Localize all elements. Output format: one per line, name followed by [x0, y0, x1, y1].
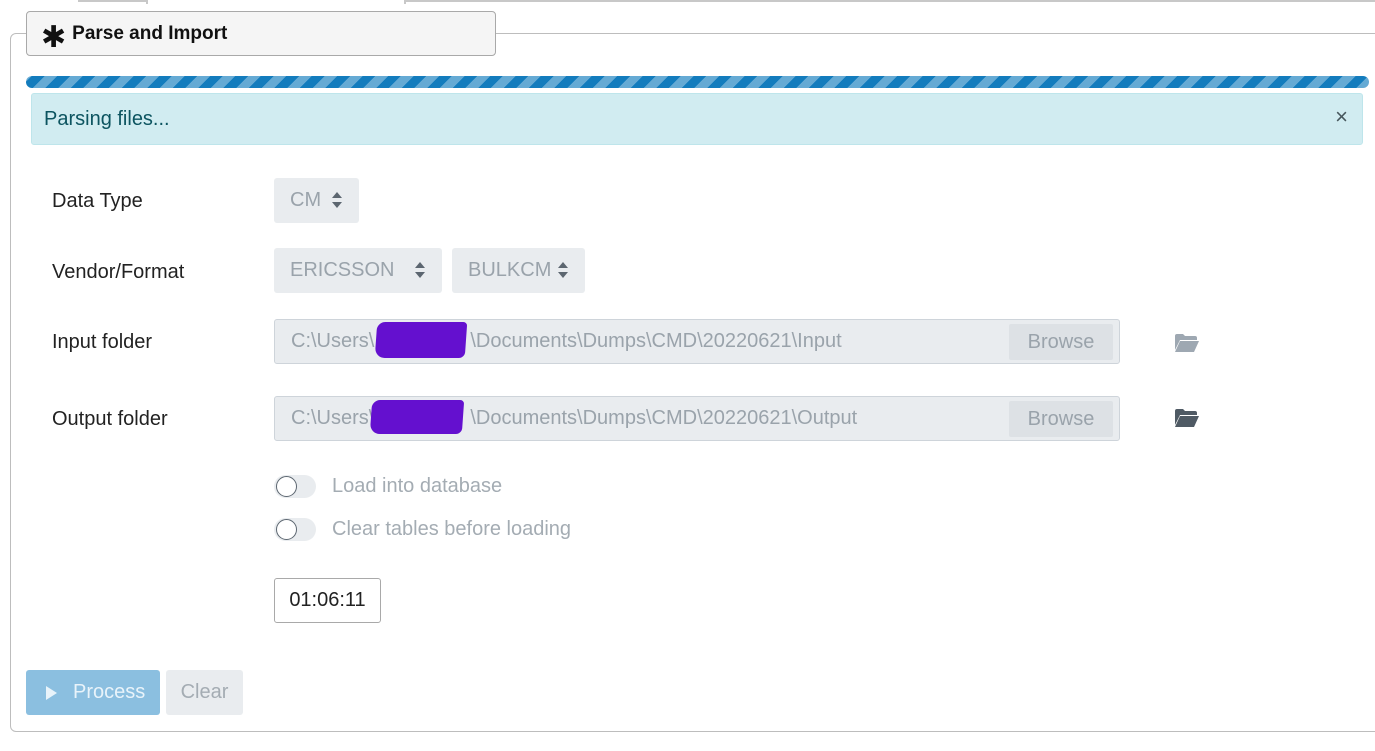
asterisk-icon: ✱: [41, 20, 67, 54]
vendor-format-label: Vendor/Format: [52, 261, 185, 283]
vendor-value: ERICSSON: [290, 259, 395, 281]
close-icon[interactable]: ×: [1335, 106, 1348, 128]
elapsed-time: 01:06:11: [274, 578, 381, 623]
play-icon: [46, 685, 57, 700]
clear-button[interactable]: Clear: [166, 670, 243, 715]
panel-title-text: Parse and Import: [72, 22, 228, 44]
process-button-label: Process: [73, 681, 146, 703]
clear-tables-toggle[interactable]: [274, 518, 316, 541]
tab-border: [146, 0, 148, 4]
input-browse-button[interactable]: Browse: [1009, 324, 1113, 360]
format-select[interactable]: BULKCM: [452, 248, 585, 293]
load-into-database-toggle[interactable]: [274, 475, 316, 498]
redaction-mark: [374, 322, 468, 358]
input-path-suffix: \Documents\Dumps\CMD\20220621\Input: [470, 330, 842, 352]
load-into-database-label: Load into database: [332, 475, 503, 497]
process-button[interactable]: Process: [26, 670, 160, 715]
input-path-prefix: C:\Users\: [291, 330, 375, 352]
redaction-mark: [369, 400, 465, 434]
panel-title: ✱ Parse and Import: [26, 11, 496, 56]
output-browse-button[interactable]: Browse: [1009, 401, 1113, 437]
data-type-label: Data Type: [52, 190, 143, 212]
toggle-knob: [276, 476, 297, 497]
toggle-knob: [276, 519, 297, 540]
output-folder-label: Output folder: [52, 408, 168, 430]
tab-strip: [0, 0, 1375, 4]
input-folder-label: Input folder: [52, 331, 153, 353]
output-path-suffix: \Documents\Dumps\CMD\20220621\Output: [470, 407, 858, 429]
data-type-value: CM: [290, 189, 322, 211]
tab-border: [78, 0, 148, 2]
clear-tables-label: Clear tables before loading: [332, 518, 572, 540]
progress-fill: [26, 76, 1369, 88]
vendor-select[interactable]: ERICSSON: [274, 248, 442, 293]
sort-caret-icon: [415, 262, 425, 278]
folder-open-icon[interactable]: [1174, 408, 1200, 428]
data-type-select[interactable]: CM: [274, 178, 359, 223]
progress-bar: [26, 76, 1369, 88]
sort-caret-icon: [332, 192, 342, 208]
status-callout: Parsing files... ×: [31, 93, 1363, 145]
sort-caret-icon: [558, 262, 568, 278]
clear-tables-row: Clear tables before loading: [274, 518, 571, 541]
folder-open-icon[interactable]: [1174, 333, 1200, 353]
tab-border: [404, 0, 1375, 2]
status-message: Parsing files...: [44, 107, 170, 130]
load-into-database-row: Load into database: [274, 475, 502, 498]
format-value: BULKCM: [468, 259, 552, 281]
output-path-prefix: C:\Users\: [291, 407, 375, 429]
